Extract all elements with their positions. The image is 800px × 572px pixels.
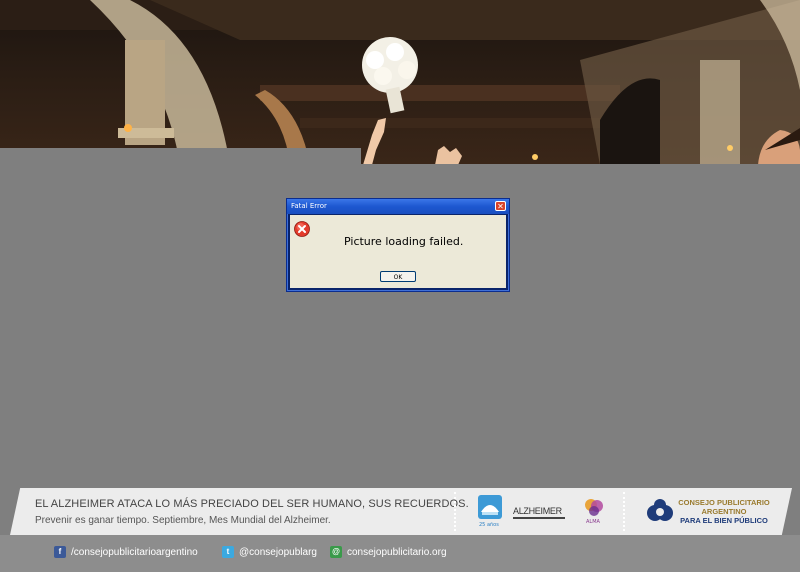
twitter-link[interactable]: t @consejopublarg bbox=[222, 546, 317, 558]
cpa-logo-line1: CONSEJO PUBLICITARIO bbox=[678, 498, 770, 507]
twitter-icon: t bbox=[222, 546, 234, 558]
facebook-link[interactable]: f /consejopublicitarioargentino bbox=[54, 546, 198, 558]
dialog-body: Picture loading failed. OK bbox=[290, 215, 506, 288]
cpa-logo-line3: PARA EL BIEN PÚBLICO bbox=[680, 516, 768, 525]
website-link[interactable]: @ consejopublicitario.org bbox=[330, 546, 447, 558]
cpa-logo-icon bbox=[647, 499, 673, 521]
banner-headline: EL ALZHEIMER ATACA LO MÁS PRECIADO DEL S… bbox=[35, 498, 469, 510]
facebook-icon: f bbox=[54, 546, 66, 558]
cpa-logo-line2: ARGENTINO bbox=[701, 507, 747, 516]
banner-divider bbox=[623, 492, 627, 531]
facebook-handle: /consejopublicitarioargentino bbox=[71, 546, 198, 558]
photo-scene bbox=[0, 0, 800, 165]
twitter-handle: @consejopublarg bbox=[239, 546, 317, 558]
alma-logo bbox=[585, 499, 603, 516]
dialog-title: Fatal Error bbox=[291, 202, 327, 210]
alpa-logo bbox=[478, 495, 502, 519]
error-message: Picture loading failed. bbox=[344, 235, 464, 248]
alzheimer-logo-underline bbox=[513, 517, 565, 519]
alma-logo-label: ALMA bbox=[586, 519, 600, 525]
ok-button[interactable]: OK bbox=[380, 271, 416, 282]
banner-subline: Prevenir es ganar tiempo. Septiembre, Me… bbox=[35, 515, 331, 526]
website-url: consejopublicitario.org bbox=[347, 546, 447, 558]
web-icon: @ bbox=[330, 546, 342, 558]
footer: f /consejopublicitarioargentino t @conse… bbox=[0, 535, 800, 572]
close-button[interactable]: ✕ bbox=[495, 201, 506, 211]
fatal-error-dialog: Fatal Error ✕ Picture loading failed. OK bbox=[286, 198, 510, 292]
dialog-titlebar[interactable]: Fatal Error ✕ bbox=[287, 199, 509, 214]
alzheimer-logo: ALZHEIMER bbox=[513, 506, 562, 516]
banner-divider bbox=[454, 492, 458, 531]
error-icon bbox=[294, 221, 310, 237]
background-photo bbox=[0, 0, 800, 165]
alpa-logo-label: 25 años bbox=[479, 522, 499, 528]
campaign-banner: EL ALZHEIMER ATACA LO MÁS PRECIADO DEL S… bbox=[10, 488, 792, 535]
